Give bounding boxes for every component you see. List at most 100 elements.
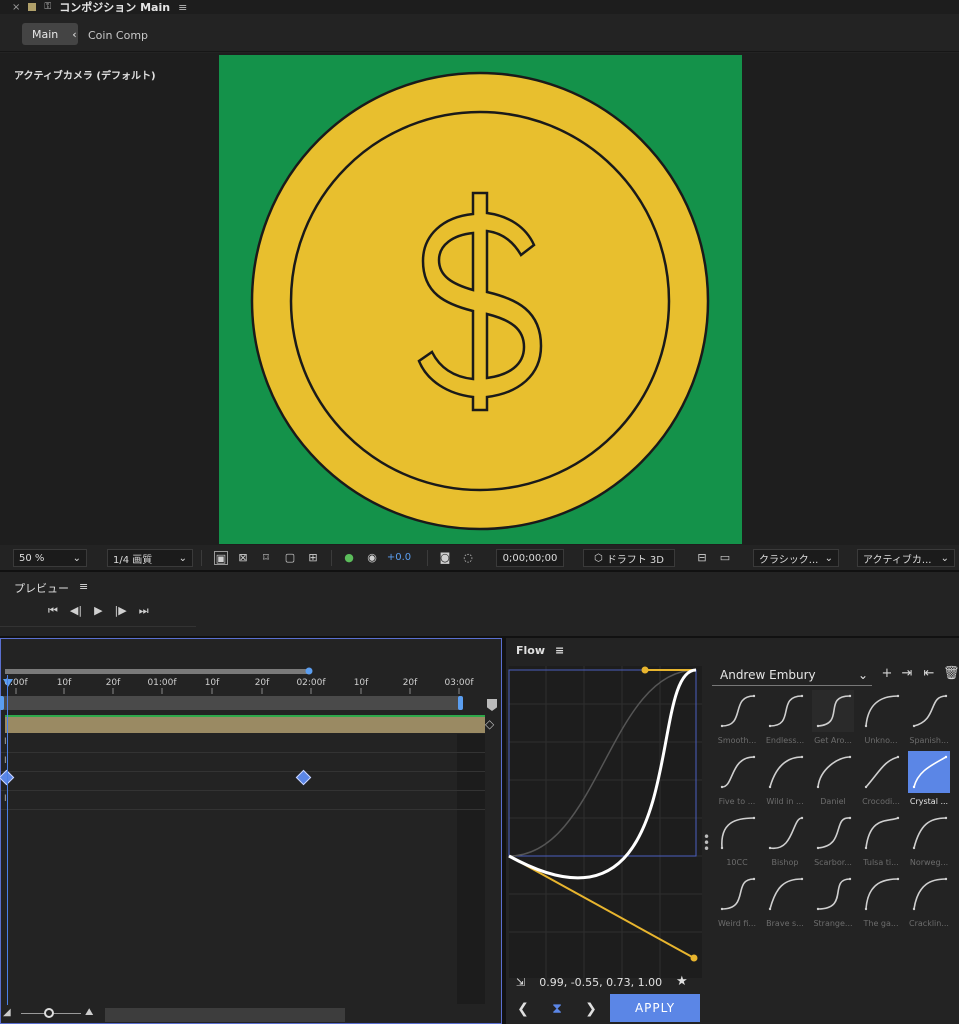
work-area-end-handle[interactable] [305, 667, 313, 675]
preset-item[interactable]: Smooth... [714, 690, 760, 748]
apply-button[interactable]: APPLY [610, 994, 700, 1022]
preset-item[interactable]: Norweg... [906, 812, 952, 870]
track-row[interactable] [1, 772, 485, 791]
import-preset-icon[interactable]: ⇥ [900, 667, 914, 681]
3d-ground-plane-icon[interactable]: ⊟ [695, 551, 709, 565]
work-area-bar[interactable] [5, 669, 309, 674]
preset-item[interactable]: Scarbor... [810, 812, 856, 870]
favorite-star-icon[interactable]: ★ [676, 974, 688, 989]
timecode-field[interactable]: 0;00;00;00 [496, 549, 564, 567]
color-channels-icon[interactable]: ● [342, 551, 356, 565]
preset-item[interactable]: Brave s... [762, 873, 808, 931]
preview-panel-header: プレビュー ≡ [14, 580, 88, 596]
track-row[interactable] [1, 734, 485, 753]
preset-item[interactable]: Strange... [810, 873, 856, 931]
preset-item[interactable]: Get Aro... [810, 690, 856, 748]
preset-item[interactable]: Unkno... [858, 690, 904, 748]
preset-library-dropdown[interactable]: Andrew Embury ⌄ [712, 664, 872, 686]
region-of-interest-icon[interactable]: ▢ [283, 551, 297, 565]
mask-visibility-icon[interactable]: ⌑ [259, 551, 273, 565]
zoom-slider-thumb[interactable] [44, 1008, 54, 1018]
preset-label: Crystal ... [909, 797, 949, 806]
lock-icon[interactable]: ⚿ [44, 2, 51, 12]
preset-item[interactable]: Bishop [762, 812, 808, 870]
resolution-dropdown[interactable]: 1/4 画質 ⌄ [107, 549, 193, 567]
zoom-out-icon[interactable]: ◢ [3, 1007, 11, 1018]
curve-editor-svg[interactable] [508, 666, 702, 978]
playhead-line[interactable] [7, 675, 8, 1015]
prev-frame-icon[interactable]: ◀| [70, 604, 82, 618]
hourglass-icon[interactable]: ⧗ [548, 1000, 566, 1018]
next-frame-icon[interactable]: |▶ [115, 604, 127, 618]
preset-item[interactable]: Cracklin... [906, 873, 952, 931]
preset-item[interactable]: Crocodi... [858, 751, 904, 809]
composition-tab-title[interactable]: コンポジション Main [59, 0, 170, 15]
bezier-handle-2[interactable] [641, 666, 649, 674]
first-frame-icon[interactable]: ⏮ [48, 604, 58, 618]
breadcrumb-main[interactable]: Main ‹ [22, 23, 78, 45]
timeline-scrollbar[interactable] [105, 1008, 345, 1022]
preset-label: Scarbor... [814, 858, 852, 867]
last-frame-icon[interactable]: ⏭ [139, 604, 149, 618]
renderer-button[interactable]: ⬡ ドラフト 3D [583, 549, 675, 567]
preset-curve-thumbnail [860, 812, 902, 854]
composition-tab-header: × ⚿ コンポジション Main ≡ [0, 0, 959, 14]
preset-item[interactable]: Spanish... [906, 690, 952, 748]
preset-item[interactable]: Tulsa ti... [858, 812, 904, 870]
bezier-values-text[interactable]: 0.99, -0.55, 0.73, 1.00 [539, 976, 662, 989]
show-snapshot-icon[interactable]: ◌ [461, 551, 475, 565]
bezier-curve-graph[interactable] [508, 666, 702, 978]
close-tab-button[interactable]: × [12, 2, 20, 13]
work-bar-end-handle[interactable] [458, 696, 463, 710]
preset-item[interactable]: Daniel [810, 751, 856, 809]
grid-guides-icon[interactable]: ⊞ [306, 551, 320, 565]
3d-view-layout-icon[interactable]: ▭ [718, 551, 732, 565]
composition-canvas[interactable] [219, 55, 742, 544]
camera-dropdown[interactable]: アクティブカ... ⌄ [857, 549, 955, 567]
layer-end-handle-icon[interactable]: ◇ [485, 717, 494, 731]
zoom-dropdown[interactable]: 50 % ⌄ [13, 549, 87, 567]
preset-item[interactable]: 10CC [714, 812, 760, 870]
label-color-swatch[interactable] [28, 3, 37, 11]
fast-previews-icon[interactable]: ▣ [214, 551, 228, 565]
breadcrumb-coin-comp[interactable]: Coin Comp [88, 29, 148, 42]
previous-icon[interactable]: ❮ [514, 1000, 532, 1018]
preset-item[interactable]: Endless... [762, 690, 808, 748]
flow-action-bar: ❮ ⧗ ❯ APPLY [506, 994, 959, 1024]
preset-label: Smooth... [717, 736, 757, 745]
copy-values-icon[interactable]: ⇲ [516, 976, 525, 989]
next-icon[interactable]: ❯ [582, 1000, 600, 1018]
breadcrumb-main-label: Main [32, 27, 59, 41]
color-management-icon[interactable]: ◉ [365, 551, 379, 565]
preview-title[interactable]: プレビュー [14, 580, 69, 596]
preset-item[interactable]: Wild in ... [762, 751, 808, 809]
panel-menu-icon[interactable]: ≡ [178, 1, 187, 14]
transparency-grid-icon[interactable]: ⊠ [236, 551, 250, 565]
preset-item[interactable]: Five to ... [714, 751, 760, 809]
add-preset-icon[interactable]: + [880, 667, 894, 681]
panel-menu-icon[interactable]: ≡ [555, 644, 564, 657]
trash-icon[interactable]: 🗑 [943, 667, 959, 681]
camera-snapshot-icon[interactable]: ◙ [438, 551, 452, 565]
ruler-labels: 0:00f 10f 20f 01:00f 10f 20f 02:00f 10f 20f 03:00… [4, 678, 474, 688]
layer-duration-bar[interactable] [5, 715, 485, 733]
track-row[interactable] [1, 753, 485, 772]
composition-work-bar[interactable] [0, 696, 463, 710]
panel-menu-icon[interactable]: ≡ [79, 580, 88, 596]
bezier-handle-1[interactable] [690, 954, 698, 962]
work-bar-start-handle[interactable] [0, 696, 4, 710]
preset-item[interactable]: Crystal ... [906, 751, 952, 809]
coin-outer-circle [250, 71, 710, 531]
view-mode-dropdown[interactable]: クラシック... ⌄ [753, 549, 839, 567]
export-preset-icon[interactable]: ⇤ [922, 667, 936, 681]
preset-item[interactable]: Weird fi... [714, 873, 760, 931]
more-options-icon[interactable]: • • • [703, 831, 710, 855]
track-row[interactable] [1, 791, 485, 810]
play-icon[interactable]: ▶ [94, 604, 102, 618]
flow-title[interactable]: Flow [516, 644, 545, 657]
zoom-value: 50 % [19, 552, 45, 564]
exposure-value[interactable]: +0.0 [386, 551, 412, 565]
composition-viewer[interactable]: アクティブカメラ (デフォルト) [0, 53, 959, 545]
zoom-in-icon[interactable]: ⛰ [85, 1007, 93, 1018]
preset-item[interactable]: The ga... [858, 873, 904, 931]
